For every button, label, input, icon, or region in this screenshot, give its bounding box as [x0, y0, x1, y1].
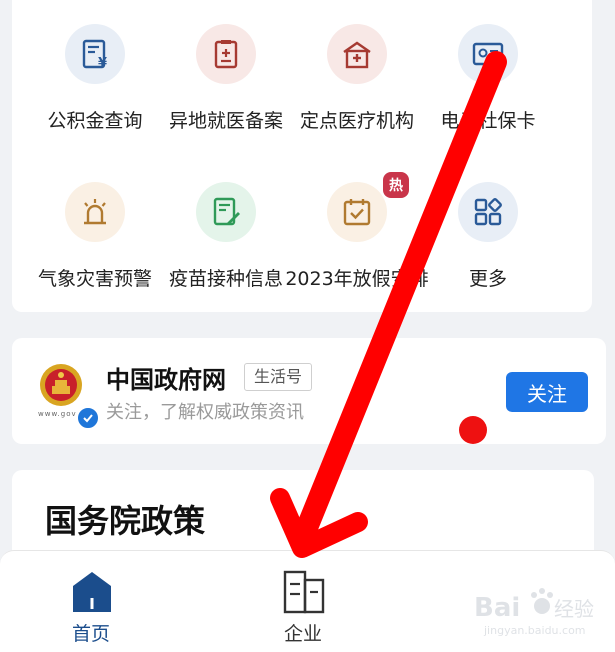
watermark-brand-2: 经验: [554, 597, 594, 621]
account-tag: 生活号: [244, 363, 313, 391]
account-description: 关注，了解权威政策资讯: [106, 402, 304, 423]
medical-record-icon: [196, 24, 256, 84]
fund-bill-icon: ¥: [65, 24, 125, 84]
baidu-jingyan-watermark: Bai 经验 jingyan.baidu.com: [470, 578, 610, 638]
services-card: ¥ 公积金查询 异地就医备案 定点医疗机构 电子社保卡 气象灾害预警 疫苗接种信…: [12, 0, 592, 312]
tab-label: 企业: [283, 623, 322, 645]
watermark-domain: jingyan.baidu.com: [483, 624, 586, 637]
service-label: 更多: [468, 268, 507, 290]
hospital-icon: [327, 24, 387, 84]
verified-check-icon: [76, 406, 100, 430]
hot-badge: 热: [383, 172, 409, 198]
vaccine-record-icon: [196, 182, 256, 242]
policy-title: 国务院政策: [45, 502, 206, 540]
follow-button[interactable]: 关注: [506, 372, 588, 412]
emblem-caption: www.gov: [38, 410, 77, 418]
account-name[interactable]: 中国政府网: [106, 360, 226, 395]
paw-icon: [531, 588, 553, 614]
social-security-card-icon: [458, 24, 518, 84]
watermark-brand: Bai: [474, 593, 520, 623]
more-grid-icon: [458, 182, 518, 242]
tab-label: 首页: [71, 623, 110, 645]
service-label: 电子社保卡: [440, 110, 536, 132]
weather-alarm-icon: [65, 182, 125, 242]
enterprise-building-icon: [283, 568, 325, 614]
tab-home[interactable]: 首页: [26, 551, 156, 652]
national-emblem-icon: [38, 362, 84, 408]
svg-text:¥: ¥: [98, 56, 107, 70]
holiday-calendar-icon: [327, 182, 387, 242]
gov-account-card[interactable]: www.gov 中国政府网 生活号 关注，了解权威政策资讯 关注: [12, 338, 606, 444]
tab-enterprise[interactable]: 企业: [238, 551, 368, 652]
home-icon: [71, 568, 113, 614]
